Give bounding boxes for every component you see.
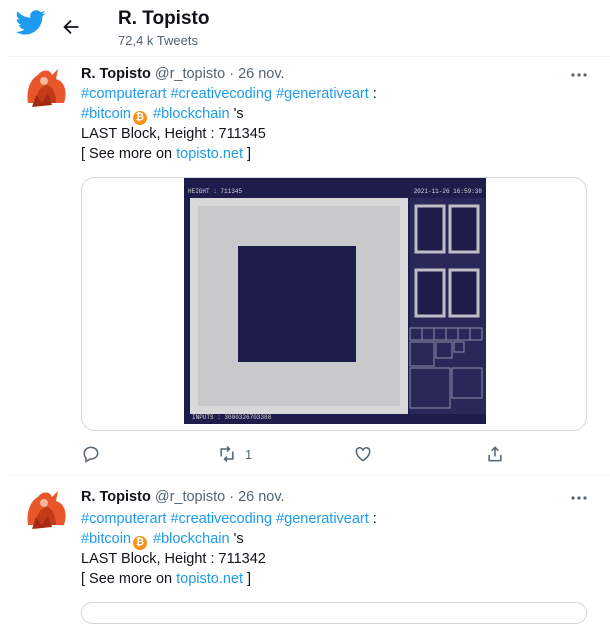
tweet-text-line-1: #computerart #creativecoding #generative…	[81, 511, 377, 527]
hashtag-link[interactable]: #creativecoding	[170, 511, 272, 527]
like-button[interactable]	[353, 443, 373, 465]
retweet-button[interactable]: 1	[217, 443, 252, 465]
text-fragment: 's	[229, 531, 244, 547]
tweet-text-line-4: [ See more on topisto.net ]	[81, 146, 251, 162]
bitcoin-icon: ₿	[132, 111, 147, 125]
external-link[interactable]: topisto.net	[176, 571, 243, 587]
retweet-count: 1	[245, 446, 253, 462]
tweet-text-line-4: [ See more on topisto.net ]	[81, 571, 251, 587]
tweet-text-line-2: #bitcoin ₿ #blockchain 's	[81, 531, 244, 550]
text-fragment: :	[368, 86, 377, 102]
generative-art-image: HEIGHT : 711345 2021-11-26 16:59:38 INPU…	[82, 178, 586, 430]
tweet-date[interactable]: · 26 nov.	[229, 66, 284, 82]
hashtag-link[interactable]: #blockchain	[153, 106, 230, 122]
hashtag-link[interactable]: #creativecoding	[170, 86, 272, 102]
tweet-text-line-3: LAST Block, Height : 711342	[81, 551, 266, 567]
tweet-text-line-1: #computerart #creativecoding #generative…	[81, 86, 377, 102]
hashtag-link[interactable]: #bitcoin	[81, 531, 131, 547]
hashtag-link[interactable]: #bitcoin	[81, 106, 131, 122]
tweet-header: R. Topisto @r_topisto · 26 nov.	[81, 489, 285, 505]
hashtag-link[interactable]: #blockchain	[153, 531, 230, 547]
more-options-icon[interactable]	[568, 491, 590, 505]
hashtag-link[interactable]: #generativeart	[276, 511, 369, 527]
author-handle[interactable]: @r_topisto	[155, 489, 225, 505]
tweet-count: 72,4 k Tweets	[118, 33, 198, 48]
page-title: R. Topisto	[118, 8, 210, 29]
text-fragment: [ See more on	[81, 571, 177, 587]
tweet[interactable]: R. Topisto @r_topisto · 26 nov. #compute…	[8, 57, 610, 475]
tweet-actions: 1	[81, 443, 511, 465]
text-fragment: [ See more on	[81, 146, 177, 162]
avatar-image-icon	[22, 485, 70, 533]
heart-icon	[355, 446, 371, 462]
text-fragment: ]	[243, 571, 252, 587]
tweet-text-line-2: #bitcoin ₿ #blockchain 's	[81, 106, 244, 125]
author-name[interactable]: R. Topisto	[81, 66, 151, 82]
external-link[interactable]: topisto.net	[176, 146, 243, 162]
twitter-logo-icon[interactable]	[14, 7, 48, 37]
image-text-height: HEIGHT : 711345	[188, 188, 242, 195]
hashtag-link[interactable]: #computerart	[81, 511, 166, 527]
text-fragment: ]	[243, 146, 252, 162]
media-card[interactable]	[81, 602, 587, 624]
tweet[interactable]: R. Topisto @r_topisto · 26 nov. #compute…	[8, 476, 610, 624]
hashtag-link[interactable]: #generativeart	[276, 86, 369, 102]
media-card[interactable]: HEIGHT : 711345 2021-11-26 16:59:38 INPU…	[81, 177, 587, 431]
bitcoin-icon: ₿	[132, 536, 147, 550]
profile-header: R. Topisto 72,4 k Tweets	[0, 0, 610, 55]
reply-button[interactable]	[81, 443, 101, 465]
text-fragment: :	[368, 511, 377, 527]
share-icon	[488, 446, 502, 462]
image-text-date: 2021-11-26 16:59:38	[414, 188, 483, 195]
tweet-date[interactable]: · 26 nov.	[229, 489, 284, 505]
more-options-icon[interactable]	[568, 68, 590, 82]
author-name[interactable]: R. Topisto	[81, 489, 151, 505]
avatar[interactable]	[22, 485, 70, 533]
back-arrow-icon[interactable]	[60, 16, 82, 38]
image-text-inputs: INPUTS : 3000326703388	[192, 414, 272, 421]
avatar-image-icon	[22, 63, 70, 111]
share-button[interactable]	[485, 443, 505, 465]
avatar[interactable]	[22, 63, 70, 111]
retweet-icon	[220, 445, 234, 463]
tweet-header: R. Topisto @r_topisto · 26 nov.	[81, 66, 285, 82]
author-handle[interactable]: @r_topisto	[155, 66, 225, 82]
reply-icon	[83, 446, 99, 463]
text-fragment: 's	[229, 106, 244, 122]
tweet-text-line-3: LAST Block, Height : 711345	[81, 126, 266, 142]
hashtag-link[interactable]: #computerart	[81, 86, 166, 102]
